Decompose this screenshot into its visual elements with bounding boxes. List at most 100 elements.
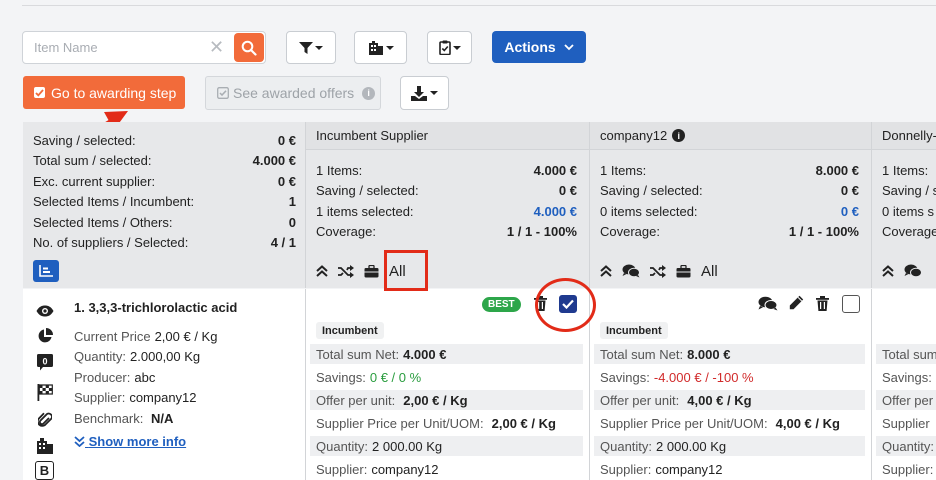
double-chevron-up-icon[interactable] bbox=[316, 265, 328, 277]
supplier-header: Incumbent Supplier bbox=[306, 122, 589, 150]
show-more-link[interactable]: Show more info bbox=[74, 434, 186, 449]
chevron-down-icon bbox=[452, 45, 461, 50]
show-all-link[interactable]: All bbox=[701, 263, 718, 280]
info-icon: i bbox=[362, 86, 376, 100]
actions-button[interactable]: Actions bbox=[492, 31, 586, 63]
summary-panel: Saving / selected: 0 € Total sum / select… bbox=[23, 122, 306, 288]
flag-checkered-icon[interactable] bbox=[35, 382, 55, 402]
supplier-column-incumbent: Incumbent Supplier 1 Items: 4.000 € Savin… bbox=[306, 122, 590, 288]
search-input[interactable] bbox=[23, 32, 205, 63]
pie-chart-icon[interactable] bbox=[35, 326, 55, 346]
see-awarded-offers-button: See awarded offers i bbox=[205, 76, 381, 110]
search-icon bbox=[241, 40, 257, 56]
current-price: Current Price 2,00 € / Kg bbox=[74, 329, 218, 344]
item-producer: Producer: abc bbox=[74, 370, 156, 385]
item-quantity: Quantity: 2.000,00 Kg bbox=[74, 349, 201, 364]
checklist-dropdown[interactable] bbox=[427, 31, 472, 64]
item-search: ✕ bbox=[22, 31, 266, 64]
double-chevron-down-icon bbox=[74, 436, 85, 448]
offer-total: Total sum bbox=[876, 344, 936, 364]
top-divider bbox=[22, 0, 936, 6]
filter-icon bbox=[299, 41, 313, 54]
download-icon bbox=[411, 85, 427, 101]
offer-cell-donnelly: Total sum Savings: Offer per Supplier Qu… bbox=[872, 289, 936, 480]
offer-supplier: Supplier: company12 bbox=[316, 461, 439, 477]
offer-per-unit: Offer per unit: 2,00 € / Kg bbox=[310, 390, 583, 410]
supplier-row: Saving / selected: 0 € bbox=[316, 183, 577, 198]
summary-row: Exc. current supplier: 0 € bbox=[33, 174, 296, 189]
bar-chart-icon bbox=[39, 265, 53, 277]
supplier-price-per-unit: Supplier Price per Unit/UOM: 2,00 € / Kg bbox=[316, 415, 556, 431]
select-offer-checkbox[interactable] bbox=[842, 295, 860, 313]
building-icon bbox=[368, 40, 383, 55]
supplier-price-per-unit: Supplier Price per Unit/UOM: 4,00 € / Kg bbox=[600, 415, 840, 431]
offer-total: Total sum Net: 8.000 € bbox=[594, 344, 865, 364]
supplier-row: 1 Items: 8.000 € bbox=[600, 163, 859, 178]
shuffle-icon[interactable] bbox=[338, 264, 354, 278]
comments-icon[interactable] bbox=[758, 296, 778, 311]
supplier-header: Donnelly- bbox=[872, 122, 936, 150]
eye-icon[interactable] bbox=[35, 301, 55, 321]
offer-per-unit: Offer per bbox=[876, 390, 936, 410]
item-supplier: Supplier: company12 bbox=[74, 390, 197, 405]
double-chevron-up-icon[interactable] bbox=[882, 265, 894, 277]
check-square-icon bbox=[34, 87, 45, 98]
statistics-button[interactable] bbox=[33, 260, 59, 282]
award-label: Go to awarding step bbox=[51, 84, 177, 101]
chevron-down-icon bbox=[385, 45, 394, 50]
filter-dropdown[interactable] bbox=[286, 31, 336, 64]
search-button[interactable] bbox=[234, 33, 264, 62]
item-info-panel: 0 B 1. 3,3,3-trichlorolactic acid Curren… bbox=[23, 289, 306, 480]
comments-icon[interactable] bbox=[904, 264, 922, 278]
clipboard-check-icon bbox=[438, 40, 451, 55]
info-icon[interactable]: i bbox=[672, 129, 686, 142]
supplier-column-donnelly: Donnelly- 1 Items: Saving / s 0 items s … bbox=[872, 122, 936, 288]
comment-count-icon[interactable]: 0 bbox=[35, 352, 55, 372]
supplier-tools bbox=[882, 260, 922, 282]
supplier-price-per-unit: Supplier bbox=[882, 415, 930, 431]
supplier-row: 0 items s bbox=[882, 204, 935, 219]
supplier-tools: All bbox=[600, 260, 718, 282]
comments-icon[interactable] bbox=[622, 264, 640, 278]
item-benchmark: Benchmark: N/A bbox=[74, 411, 174, 426]
building-icon[interactable] bbox=[35, 436, 55, 456]
supplier-row: 1 Items: bbox=[882, 163, 929, 178]
annotation-highlight-circle bbox=[535, 278, 596, 332]
offer-savings: Savings: 0 € / 0 % bbox=[316, 369, 422, 385]
summary-row: Selected Items / Others: 0 bbox=[33, 215, 296, 230]
incumbent-tag: Incumbent bbox=[316, 322, 384, 339]
briefcase-icon[interactable] bbox=[364, 264, 379, 278]
offer-total: Total sum Net: 4.000 € bbox=[310, 344, 583, 364]
supplier-row: Saving / selected: 0 € bbox=[600, 183, 859, 198]
supplier-row: Saving / s bbox=[882, 183, 936, 198]
supplier-row: 1 Items: 4.000 € bbox=[316, 163, 577, 178]
summary-row: No. of suppliers / Selected: 4 / 1 bbox=[33, 235, 296, 250]
shuffle-icon[interactable] bbox=[650, 264, 666, 278]
supplier-row: Coverage bbox=[882, 224, 936, 239]
b-icon[interactable]: B bbox=[35, 461, 54, 480]
pencil-icon[interactable] bbox=[789, 295, 804, 310]
supplier-header: company12 i bbox=[590, 122, 871, 150]
offer-cell-company12: Incumbent Total sum Net: 8.000 € Savings:… bbox=[590, 289, 872, 480]
see-awarded-label: See awarded offers bbox=[233, 85, 355, 101]
clear-icon[interactable]: ✕ bbox=[209, 38, 224, 56]
offer-supplier: Supplier: bbox=[882, 461, 934, 477]
offer-quantity: Quantity: bbox=[876, 436, 936, 456]
check-square-icon bbox=[217, 87, 229, 99]
item-title: 1. 3,3,3-trichlorolactic acid bbox=[74, 300, 238, 315]
offer-quantity: Quantity: 2 000.00 Kg bbox=[594, 436, 865, 456]
summary-row: Saving / selected: 0 € bbox=[33, 133, 296, 148]
briefcase-icon[interactable] bbox=[676, 264, 691, 278]
summary-row: Selected Items / Incumbent: 1 bbox=[33, 194, 296, 209]
offer-quantity: Quantity: 2 000.00 Kg bbox=[310, 436, 583, 456]
double-chevron-up-icon[interactable] bbox=[600, 265, 612, 277]
offer-supplier: Supplier: company12 bbox=[600, 461, 723, 477]
download-dropdown[interactable] bbox=[400, 76, 449, 110]
paperclip-icon[interactable] bbox=[35, 409, 55, 429]
supplier-row: Coverage: 1 / 1 - 100% bbox=[316, 224, 577, 239]
chevron-down-icon bbox=[430, 91, 438, 95]
trash-icon[interactable] bbox=[816, 296, 829, 311]
building-dropdown[interactable] bbox=[354, 31, 407, 64]
incumbent-tag: Incumbent bbox=[600, 322, 668, 339]
comment-count: 0 bbox=[42, 356, 47, 366]
